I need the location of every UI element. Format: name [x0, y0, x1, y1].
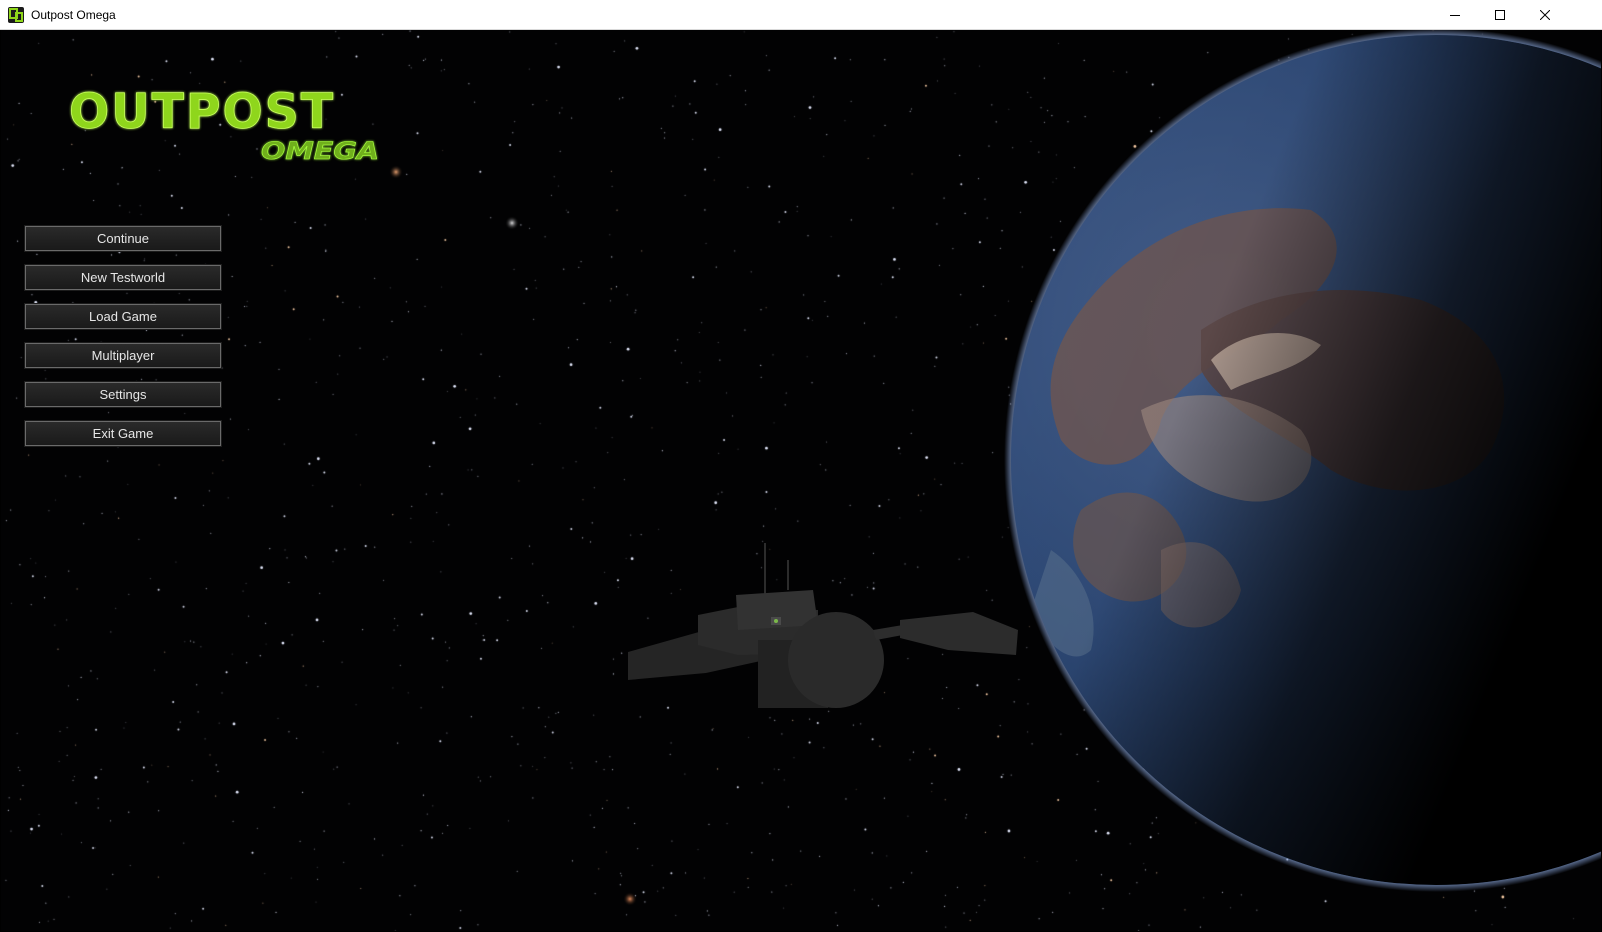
game-logo: OUTPOST OMEGA	[69, 84, 380, 166]
logo-line1: OUTPOST	[69, 84, 335, 140]
maximize-icon	[1495, 10, 1505, 20]
main-menu: Continue New Testworld Load Game Multipl…	[24, 225, 222, 460]
game-viewport[interactable]: OUTPOST OMEGA Continue New Testworld Loa…	[1, 30, 1601, 931]
continue-button[interactable]: Continue	[24, 225, 222, 252]
logo-line2: OMEGA	[261, 137, 379, 165]
maximize-button[interactable]	[1477, 0, 1523, 30]
minimize-button[interactable]	[1432, 0, 1478, 30]
exit-game-button[interactable]: Exit Game	[24, 420, 222, 447]
settings-button[interactable]: Settings	[24, 381, 222, 408]
window-titlebar[interactable]: Outpost Omega	[0, 0, 1602, 30]
window-title: Outpost Omega	[31, 8, 116, 22]
close-button[interactable]	[1522, 0, 1568, 30]
new-testworld-button[interactable]: New Testworld	[24, 264, 222, 291]
load-game-button[interactable]: Load Game	[24, 303, 222, 330]
minimize-icon	[1450, 15, 1460, 16]
space-station	[628, 543, 1018, 708]
close-icon	[1540, 10, 1550, 20]
ship-light	[774, 619, 778, 623]
app-icon	[8, 7, 24, 23]
multiplayer-button[interactable]: Multiplayer	[24, 342, 222, 369]
